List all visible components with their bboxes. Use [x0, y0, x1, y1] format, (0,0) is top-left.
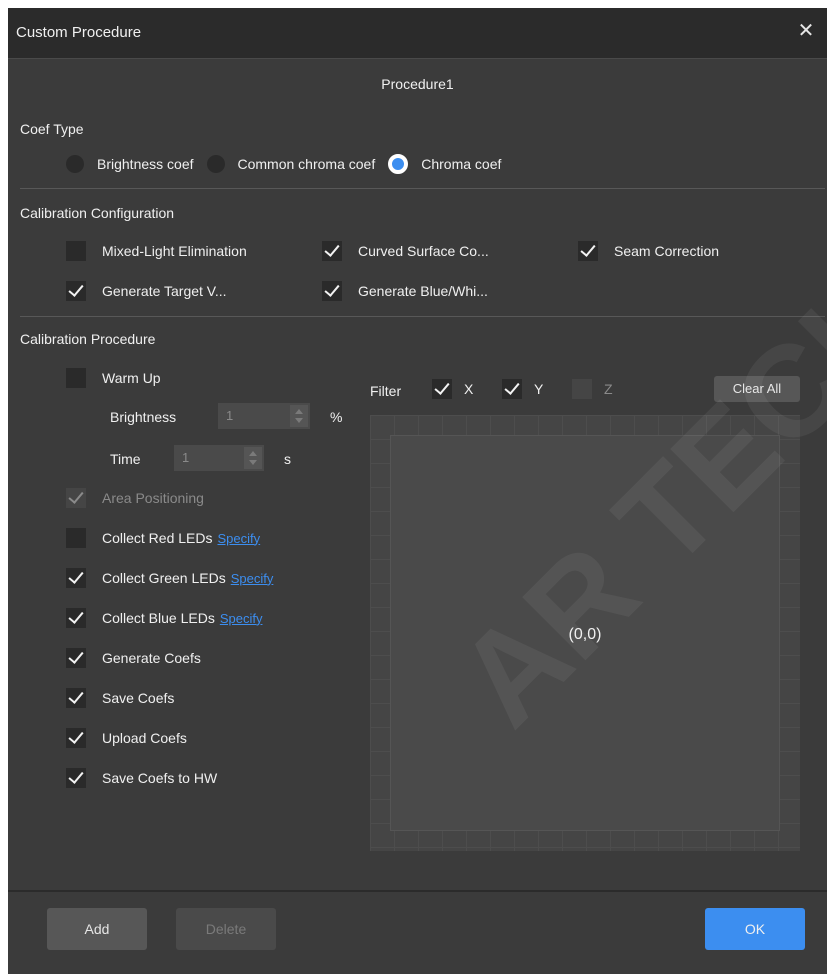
checkbox: [572, 379, 592, 399]
option-generate-target-value[interactable]: Generate Target V...: [66, 280, 227, 302]
checkbox[interactable]: [66, 281, 86, 301]
checkbox[interactable]: [66, 688, 86, 708]
radio-common-chroma-coef[interactable]: [206, 155, 225, 173]
ok-button[interactable]: OK: [705, 908, 805, 950]
title-bar: Custom Procedure ✕: [8, 8, 827, 59]
checkbox[interactable]: [66, 528, 86, 548]
radio-label-common-chroma-coef[interactable]: Common chroma coef: [238, 156, 376, 172]
option-label: Warm Up: [102, 370, 161, 386]
option-label: Save Coefs: [102, 690, 175, 706]
calibration-configuration-label: Calibration Configuration: [20, 205, 175, 221]
checkbox[interactable]: [66, 608, 86, 628]
brightness-unit: %: [330, 409, 343, 425]
filter-label: Filter: [370, 383, 402, 399]
checkbox[interactable]: [322, 241, 342, 261]
option-label: Mixed-Light Elimination: [102, 243, 247, 259]
calibration-procedure-label: Calibration Procedure: [20, 331, 156, 347]
option-curved-surface-correction[interactable]: Curved Surface Co...: [322, 240, 489, 262]
option-seam-correction[interactable]: Seam Correction: [578, 240, 719, 262]
checkbox[interactable]: [502, 379, 522, 399]
filter-x[interactable]: X: [432, 378, 473, 400]
close-icon[interactable]: ✕: [795, 20, 817, 42]
time-label: Time: [110, 451, 141, 467]
specify-link-blue[interactable]: Specify: [220, 611, 263, 626]
option-label: Curved Surface Co...: [358, 243, 489, 259]
option-save-coefs[interactable]: Save Coefs: [66, 687, 174, 709]
spin-arrows-icon[interactable]: [290, 405, 308, 427]
option-label: Collect Green LEDs: [102, 570, 226, 586]
radio-label-brightness-coef[interactable]: Brightness coef: [97, 156, 194, 172]
option-area-positioning: Area Positioning: [66, 487, 204, 509]
checkbox[interactable]: [66, 728, 86, 748]
checkbox[interactable]: [66, 568, 86, 588]
option-label: Generate Blue/Whi...: [358, 283, 488, 299]
dialog-title: Custom Procedure: [16, 24, 142, 41]
option-generate-blue-white[interactable]: Generate Blue/Whi...: [322, 280, 488, 302]
checkbox: [66, 488, 86, 508]
time-value[interactable]: 1: [182, 450, 189, 465]
option-mixed-light-elimination[interactable]: Mixed-Light Elimination: [66, 240, 247, 262]
filter-x-label: X: [464, 381, 474, 397]
option-label: Seam Correction: [614, 243, 720, 259]
checkbox[interactable]: [66, 241, 86, 261]
brightness-label: Brightness: [110, 409, 177, 425]
specify-link-green[interactable]: Specify: [231, 571, 274, 586]
option-label: Area Positioning: [102, 490, 204, 506]
radio-label-chroma-coef[interactable]: Chroma coef: [421, 156, 501, 172]
option-label: Generate Target V...: [102, 283, 227, 299]
checkbox[interactable]: [578, 241, 598, 261]
divider: [20, 316, 825, 317]
time-spinbox[interactable]: 1: [174, 445, 264, 471]
option-label: Upload Coefs: [102, 730, 187, 746]
custom-procedure-dialog: Custom Procedure ✕ Procedure1 Coef Type …: [8, 8, 827, 974]
divider: [20, 188, 825, 189]
radio-chroma-coef[interactable]: [388, 154, 409, 174]
checkbox[interactable]: [66, 368, 86, 388]
time-unit: s: [284, 451, 291, 467]
option-save-coefs-to-hw[interactable]: Save Coefs to HW: [66, 767, 217, 789]
option-warm-up[interactable]: Warm Up: [66, 367, 161, 389]
checkbox[interactable]: [432, 379, 452, 399]
brightness-spinbox[interactable]: 1: [218, 403, 310, 429]
spin-arrows-icon[interactable]: [244, 447, 262, 469]
option-collect-blue-leds[interactable]: Collect Blue LEDs Specify: [66, 607, 262, 629]
add-button[interactable]: Add: [47, 908, 147, 950]
delete-button[interactable]: Delete: [176, 908, 276, 950]
option-label: Save Coefs to HW: [102, 770, 218, 786]
coef-type-radio-group: Brightness coef Common chroma coef Chrom…: [66, 154, 514, 174]
filter-z-label: Z: [604, 381, 613, 397]
option-upload-coefs[interactable]: Upload Coefs: [66, 727, 187, 749]
option-label: Collect Red LEDs: [102, 530, 213, 546]
specify-link-red[interactable]: Specify: [218, 531, 261, 546]
brightness-value[interactable]: 1: [226, 408, 233, 423]
option-collect-red-leds[interactable]: Collect Red LEDs Specify: [66, 527, 260, 549]
filter-z: Z: [572, 378, 613, 400]
filter-y[interactable]: Y: [502, 378, 543, 400]
coef-type-label: Coef Type: [20, 121, 84, 137]
checkbox[interactable]: [66, 648, 86, 668]
radio-brightness-coef[interactable]: [66, 155, 84, 173]
checkbox[interactable]: [322, 281, 342, 301]
filter-y-label: Y: [534, 381, 544, 397]
procedure-name: Procedure1: [381, 76, 454, 92]
checkbox[interactable]: [66, 768, 86, 788]
option-collect-green-leds[interactable]: Collect Green LEDs Specify: [66, 567, 273, 589]
option-label: Generate Coefs: [102, 650, 201, 666]
footer-divider: [8, 890, 827, 892]
option-label: Collect Blue LEDs: [102, 610, 215, 626]
option-generate-coefs[interactable]: Generate Coefs: [66, 647, 201, 669]
